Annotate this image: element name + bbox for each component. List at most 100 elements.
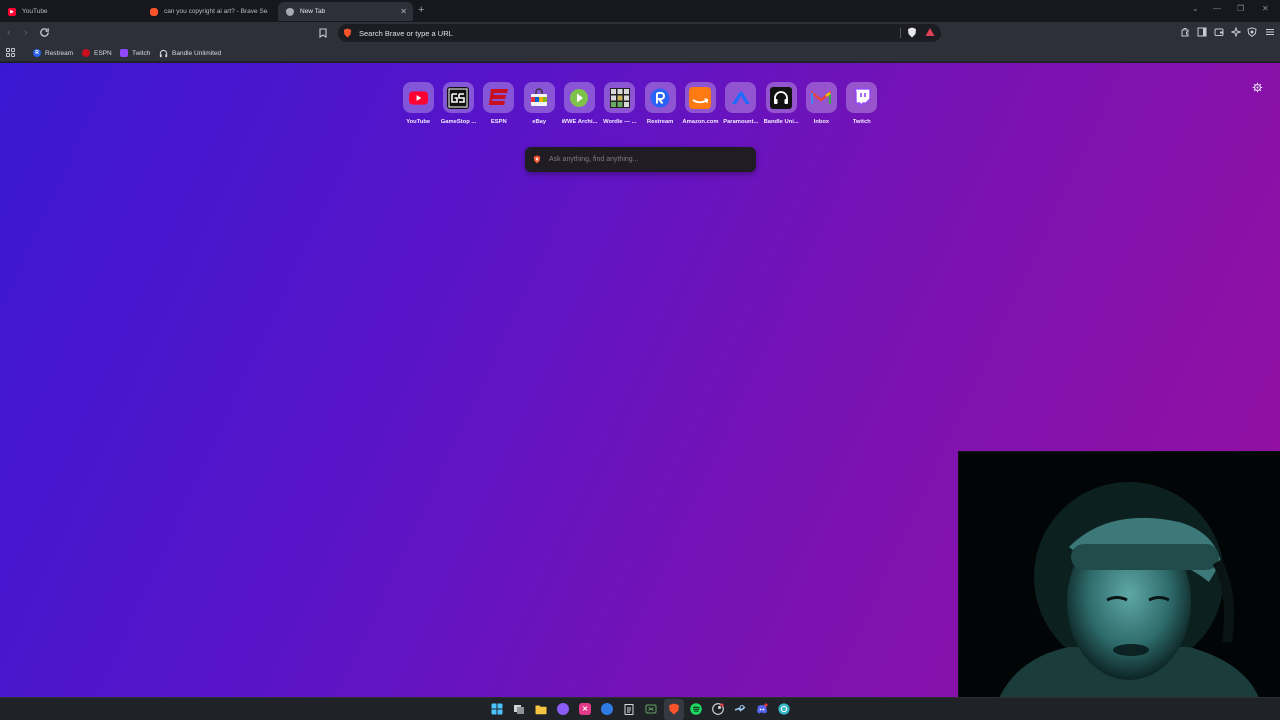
- xbox-icon[interactable]: [645, 703, 657, 715]
- headphones-icon: [770, 86, 793, 109]
- site-label: GameStop ...: [440, 119, 477, 125]
- ebay-bag-icon: [531, 87, 548, 106]
- tab-brave-search[interactable]: can you copyright ai art? - Brave Sea: [142, 2, 276, 21]
- wallet-icon[interactable]: [1214, 27, 1224, 37]
- vpn-shield-icon[interactable]: [1247, 27, 1257, 37]
- top-sites: YouTube GameStop ... ESPN eBay WWE Archi…: [398, 82, 882, 125]
- site-tile: [846, 82, 878, 113]
- tab-youtube[interactable]: ▶ YouTube: [0, 2, 142, 21]
- top-site-bandle[interactable]: Bandle Uni...: [761, 82, 801, 125]
- bookmark-restream[interactable]: R Restream: [33, 47, 73, 59]
- twitch-icon: [120, 49, 128, 57]
- site-tile: [725, 82, 757, 113]
- gear-icon[interactable]: [1252, 82, 1263, 93]
- site-label: Wordle — ...: [603, 119, 637, 125]
- address-bar[interactable]: Search Brave or type a URL: [338, 24, 941, 42]
- site-tile: [563, 82, 595, 113]
- bookmark-icon[interactable]: [319, 28, 327, 38]
- bookmark-espn[interactable]: ESPN: [82, 47, 112, 59]
- bookmark-twitch[interactable]: Twitch: [120, 47, 150, 59]
- tab-title: can you copyright ai art? - Brave Sea: [164, 8, 268, 15]
- youtube-icon: ▶: [8, 7, 16, 16]
- brave-rewards-icon[interactable]: [925, 27, 935, 37]
- bookmark-bandle[interactable]: Bandle Unlimited: [159, 47, 221, 59]
- webcam-person-image: [959, 452, 1280, 697]
- site-tile: [604, 82, 636, 113]
- twitch-icon: [853, 88, 871, 107]
- ask-search-box[interactable]: Ask anything, find anything...: [525, 147, 756, 172]
- spotify-icon[interactable]: [690, 703, 702, 715]
- ask-search-input[interactable]: Ask anything, find anything...: [549, 156, 639, 163]
- menu-icon[interactable]: [1265, 27, 1275, 37]
- top-site-restream[interactable]: Restream: [640, 82, 680, 125]
- top-site-ebay[interactable]: eBay: [519, 82, 559, 125]
- site-tile: [523, 82, 555, 113]
- divider: [900, 28, 901, 38]
- minimize-icon[interactable]: —: [1213, 4, 1221, 13]
- app-icon-purple[interactable]: [557, 703, 569, 715]
- site-tile: [644, 82, 676, 113]
- tab-title: YouTube: [22, 8, 48, 15]
- top-site-inbox[interactable]: Inbox: [801, 82, 841, 125]
- restream-icon: [650, 88, 670, 107]
- top-site-paramount[interactable]: Paramount...: [721, 82, 761, 125]
- close-tab-icon[interactable]: ✕: [400, 7, 407, 16]
- top-site-youtube[interactable]: YouTube: [398, 82, 438, 125]
- headphones-icon: [159, 49, 168, 57]
- site-tile: [684, 82, 716, 113]
- back-icon[interactable]: ‹: [7, 26, 11, 40]
- site-tile: [765, 82, 797, 113]
- brave-search-icon: [343, 28, 352, 38]
- sidebar-icon[interactable]: [1197, 27, 1207, 37]
- forward-icon[interactable]: ›: [24, 26, 28, 40]
- clipboard-icon[interactable]: [623, 703, 635, 715]
- wordle-grid-icon: [609, 87, 630, 108]
- taskbar: ✕: [0, 697, 1280, 720]
- close-window-icon[interactable]: ✕: [1262, 4, 1269, 13]
- top-site-twitch[interactable]: Twitch: [842, 82, 882, 125]
- reload-icon[interactable]: [39, 27, 50, 38]
- site-label: Twitch: [852, 119, 871, 125]
- top-site-wwe[interactable]: WWE Archi...: [559, 82, 599, 125]
- brave-shields-icon[interactable]: [907, 27, 917, 38]
- restream-icon: R: [33, 49, 41, 57]
- app-icon-teal[interactable]: [778, 703, 790, 715]
- address-input[interactable]: Search Brave or type a URL: [359, 29, 453, 38]
- site-tile: [483, 82, 515, 113]
- screen: ▶ YouTube can you copyright ai art? - Br…: [0, 0, 1280, 720]
- tab-title: New Tab: [300, 8, 326, 15]
- brave-search-icon: [150, 7, 158, 16]
- steam-badge-icon[interactable]: [712, 703, 724, 715]
- bookmark-label: Bandle Unlimited: [172, 49, 222, 57]
- youtube-icon: [408, 90, 428, 105]
- app-icon-blue[interactable]: [601, 703, 613, 715]
- tab-search-icon[interactable]: ⌄: [1192, 4, 1199, 13]
- leo-ai-icon[interactable]: [1231, 27, 1241, 37]
- top-site-gamestop[interactable]: GameStop ...: [438, 82, 478, 125]
- top-site-amazon[interactable]: Amazon.com: [680, 82, 720, 125]
- site-label: Paramount...: [723, 119, 759, 125]
- brave-logo-icon: [533, 155, 541, 164]
- windows-start-icon[interactable]: [491, 703, 503, 715]
- extensions-icon[interactable]: [1180, 27, 1190, 37]
- tab-new-tab[interactable]: New Tab ✕: [278, 2, 413, 21]
- apps-grid-icon[interactable]: [6, 48, 15, 57]
- restore-icon[interactable]: ❐: [1237, 4, 1244, 13]
- new-tab-button[interactable]: +: [418, 4, 424, 16]
- play-icon: [570, 88, 589, 107]
- steam-icon[interactable]: [734, 703, 746, 715]
- top-site-wordle[interactable]: Wordle — ...: [600, 82, 640, 125]
- site-label: ESPN: [490, 119, 507, 125]
- bookmark-label: Twitch: [132, 49, 151, 57]
- top-site-espn[interactable]: ESPN: [479, 82, 519, 125]
- task-view-icon[interactable]: [513, 703, 525, 715]
- site-label: Inbox: [813, 119, 830, 125]
- brave-icon[interactable]: [668, 703, 680, 715]
- site-tile: [402, 82, 434, 113]
- toolbar: ‹ › Search Brave or type a URL: [0, 22, 1280, 44]
- app-icon-pink[interactable]: ✕: [579, 703, 591, 715]
- file-explorer-icon[interactable]: [535, 703, 547, 715]
- amazon-icon: [689, 86, 712, 109]
- discord-icon[interactable]: [756, 703, 768, 715]
- paramount-icon: [731, 91, 750, 104]
